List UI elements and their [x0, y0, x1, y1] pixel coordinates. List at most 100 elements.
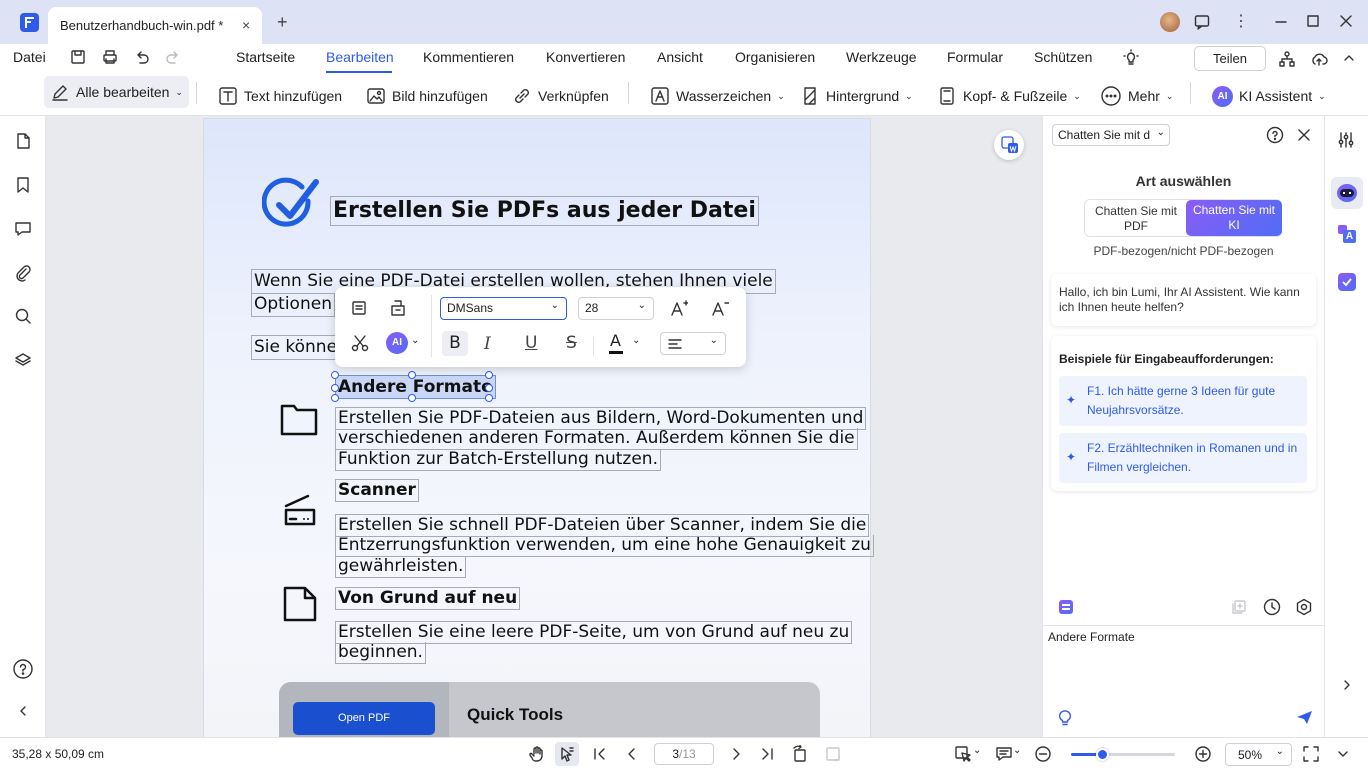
- underline-button[interactable]: U: [525, 333, 537, 353]
- header-footer-button[interactable]: Kopf- & Fußzeile ⌄: [937, 82, 1081, 110]
- menu-bearbeiten[interactable]: Bearbeiten: [326, 49, 394, 65]
- ai-rewrite-button[interactable]: AI: [386, 332, 408, 354]
- more-button[interactable]: Mehr ⌄: [1100, 82, 1173, 110]
- share-button[interactable]: Teilen: [1194, 46, 1266, 71]
- tab-close-icon[interactable]: ×: [242, 17, 250, 33]
- section-2-line-3[interactable]: gewährleisten.: [335, 556, 467, 578]
- menu-schuetzen[interactable]: Schützen: [1034, 49, 1092, 65]
- select-tool-button[interactable]: [555, 742, 579, 766]
- intro-line-2[interactable]: Optionen: [251, 293, 335, 317]
- ai-assistant-button[interactable]: AI KI Assistent ⌄: [1212, 82, 1326, 110]
- previous-page-icon[interactable]: [624, 746, 640, 762]
- undo-icon[interactable]: [134, 49, 150, 65]
- chat-mode-select[interactable]: Chatten Sie mit d ⌄: [1052, 124, 1170, 146]
- zoom-level-select[interactable]: 50% ⌄: [1225, 743, 1292, 766]
- cut-icon[interactable]: [351, 334, 369, 352]
- maximize-icon[interactable]: [1306, 14, 1320, 28]
- section-1-line-2[interactable]: verschiedenen anderen Formaten. Außerdem…: [335, 428, 858, 450]
- resize-handle[interactable]: [331, 394, 339, 402]
- collapse-right-icon[interactable]: [1340, 678, 1354, 692]
- resize-handle[interactable]: [331, 371, 339, 379]
- section-3-heading[interactable]: Von Grund auf neu: [335, 587, 521, 610]
- prompt-library-icon[interactable]: [1059, 600, 1073, 614]
- new-tab-icon[interactable]: +: [277, 12, 288, 33]
- rotate-page-icon[interactable]: [791, 745, 809, 763]
- paragraph-icon[interactable]: [351, 300, 367, 316]
- checklist-icon[interactable]: [1338, 273, 1356, 291]
- last-page-icon[interactable]: [759, 746, 775, 762]
- menu-startseite[interactable]: Startseite: [236, 49, 295, 65]
- resize-handle[interactable]: [408, 394, 416, 402]
- convert-to-word-button[interactable]: [994, 130, 1024, 160]
- section-1-line-3[interactable]: Funktion zur Batch-Erstellung nutzen.: [335, 449, 661, 471]
- increase-font-icon[interactable]: [670, 299, 688, 317]
- menu-ansicht[interactable]: Ansicht: [657, 49, 703, 65]
- help-icon[interactable]: [1266, 126, 1284, 144]
- resize-handle[interactable]: [331, 384, 339, 392]
- menu-organisieren[interactable]: Organisieren: [735, 49, 815, 65]
- send-icon[interactable]: [1296, 710, 1313, 725]
- new-chat-icon[interactable]: [1231, 599, 1247, 615]
- layers-icon[interactable]: [14, 351, 32, 369]
- collapse-down-icon[interactable]: [1335, 746, 1351, 762]
- collapse-left-icon[interactable]: [16, 704, 30, 718]
- example-prompt-1[interactable]: ✦ F1. Ich hätte gerne 3 Ideen für gute N…: [1059, 376, 1307, 426]
- next-page-icon[interactable]: [728, 746, 744, 762]
- strikethrough-button[interactable]: S: [566, 333, 577, 353]
- account-tree-icon[interactable]: [1278, 50, 1296, 68]
- resize-handle[interactable]: [408, 371, 416, 379]
- section-3-line-2[interactable]: beginnen.: [335, 642, 426, 664]
- print-icon[interactable]: [102, 49, 118, 65]
- section-3-line-1[interactable]: Erstellen Sie eine leere PDF-Seite, um v…: [335, 621, 853, 644]
- settings-icon[interactable]: [1295, 598, 1313, 616]
- decrease-font-icon[interactable]: [711, 299, 729, 317]
- watermark-button[interactable]: Wasserzeichen ⌄: [650, 82, 785, 110]
- resize-handle[interactable]: [485, 394, 493, 402]
- link-button[interactable]: Verknüpfen: [512, 82, 609, 110]
- zoom-slider[interactable]: [1071, 748, 1175, 761]
- history-icon[interactable]: [1263, 598, 1281, 616]
- attachment-icon[interactable]: [14, 264, 32, 282]
- menu-konvertieren[interactable]: Konvertieren: [546, 49, 625, 65]
- translate-icon[interactable]: A: [1338, 225, 1356, 243]
- example-prompt-2[interactable]: ✦ F2. Erzähltechniken in Romanen und in …: [1059, 433, 1307, 483]
- collapse-up-icon[interactable]: [1341, 50, 1357, 66]
- page-title[interactable]: Erstellen Sie PDFs aus jeder Datei: [330, 196, 759, 226]
- font-size-select[interactable]: 28 ⌄: [578, 297, 654, 320]
- menu-formular[interactable]: Formular: [947, 49, 1003, 65]
- edit-all-button[interactable]: Alle bearbeiten ⌄: [44, 76, 189, 108]
- resize-handle[interactable]: [485, 384, 493, 392]
- zoom-in-icon[interactable]: [1194, 745, 1212, 763]
- text-properties-icon[interactable]: [389, 299, 407, 317]
- resize-handle[interactable]: [485, 371, 493, 379]
- zoom-out-icon[interactable]: [1034, 745, 1052, 763]
- redo-icon[interactable]: [165, 49, 181, 65]
- add-text-button[interactable]: Text hinzufügen: [218, 82, 342, 110]
- section-2-line-1[interactable]: Erstellen Sie schnell PDF-Dateien über S…: [335, 514, 870, 537]
- bold-button[interactable]: B: [442, 331, 468, 356]
- comment-view-icon[interactable]: [995, 745, 1013, 763]
- chat-with-pdf-option[interactable]: Chatten Sie mit PDF: [1089, 202, 1183, 234]
- close-window-icon[interactable]: [1339, 14, 1353, 28]
- page-thumbnail-icon[interactable]: [14, 132, 32, 150]
- section-2-line-2[interactable]: Entzerrungsfunktion verwenden, um eine h…: [335, 535, 874, 557]
- text-color-button[interactable]: A: [610, 331, 621, 350]
- chat-input[interactable]: Andere Formate: [1048, 630, 1135, 644]
- section-2-heading[interactable]: Scanner: [335, 479, 419, 502]
- fullscreen-icon[interactable]: [1302, 745, 1320, 763]
- minimize-icon[interactable]: [1274, 14, 1288, 28]
- idea-bulb-icon[interactable]: [1122, 49, 1140, 67]
- avatar[interactable]: [1160, 12, 1180, 32]
- add-image-button[interactable]: Bild hinzufügen: [366, 82, 488, 110]
- select-mode-icon[interactable]: [954, 745, 972, 763]
- page-number-input[interactable]: 3/13: [654, 743, 714, 765]
- bulb-tip-icon[interactable]: [1057, 709, 1073, 727]
- first-page-icon[interactable]: [592, 746, 608, 762]
- comment-icon[interactable]: [14, 220, 32, 238]
- menu-werkzeuge[interactable]: Werkzeuge: [846, 49, 917, 65]
- document-tab[interactable]: Benutzerhandbuch-win.pdf * ×: [48, 7, 262, 44]
- ai-robot-tab[interactable]: [1331, 177, 1363, 209]
- menu-kommentieren[interactable]: Kommentieren: [423, 49, 514, 65]
- font-family-select[interactable]: DMSans ⌄: [440, 297, 567, 320]
- save-icon[interactable]: [70, 49, 86, 65]
